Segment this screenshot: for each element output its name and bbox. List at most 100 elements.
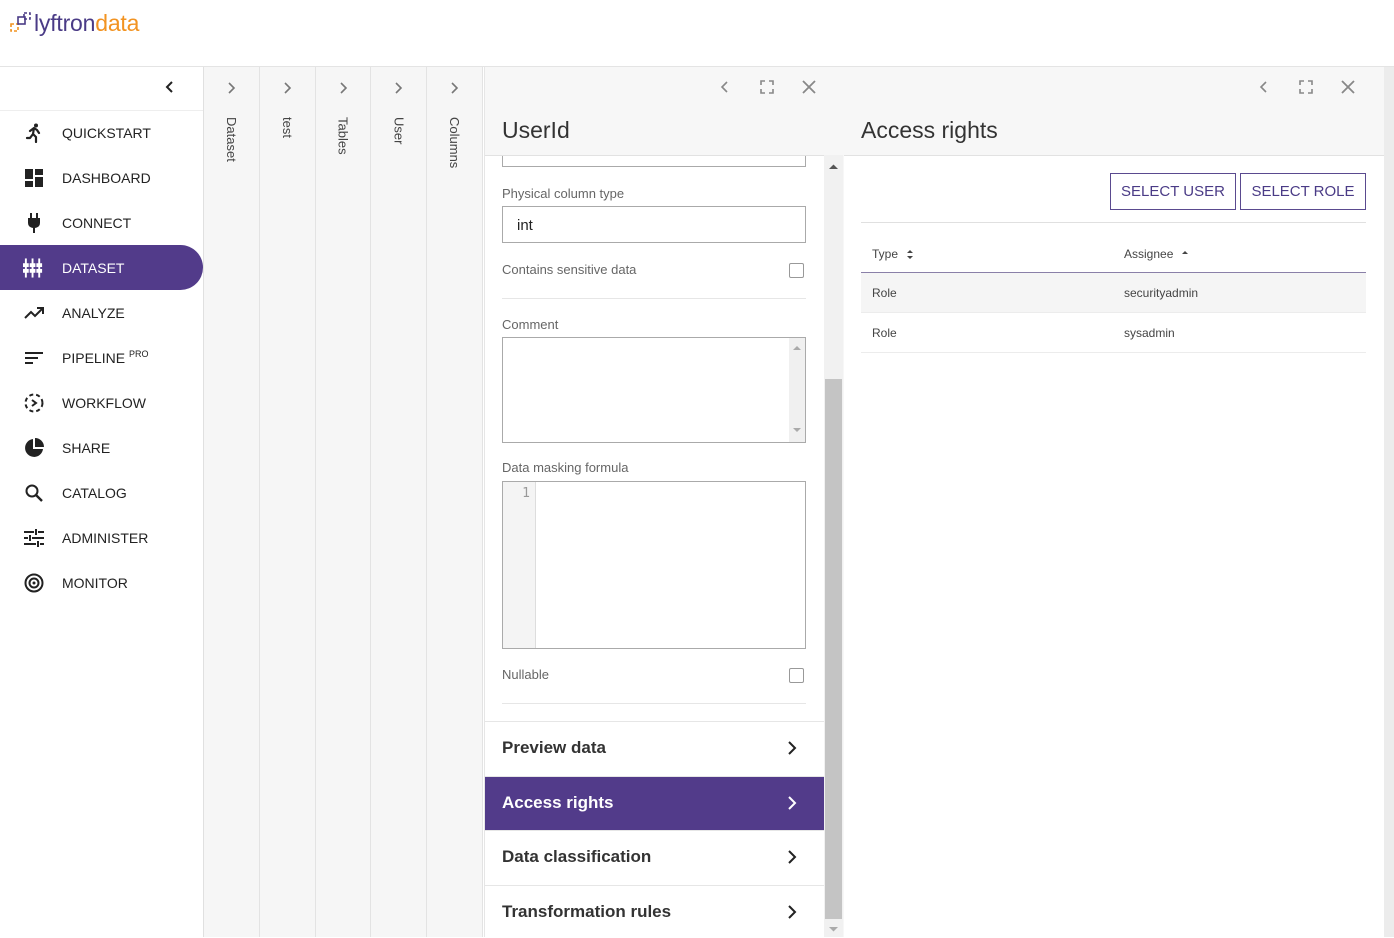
chevron-left-icon [1259,81,1267,93]
sidebar-nav: QUICKSTART DASHBOARD CONNECT DATASET ANA… [0,110,203,605]
column-header-assignee[interactable]: Assignee [1124,247,1189,261]
access-rights-panel: Access rights SELECT USER SELECT ROLE Ty… [844,67,1394,938]
sensitive-data-checkbox[interactable] [789,263,804,278]
breadcrumb-tables[interactable]: Tables [316,67,372,937]
sidebar-item-dataset[interactable]: DATASET [0,245,203,290]
scrollbar-thumb[interactable] [825,379,842,919]
section-label: Preview data [502,738,606,757]
line-number-gutter: 1 [503,482,536,648]
close-icon [802,80,816,94]
panel-toolbar [1254,77,1358,99]
column-form: Physical column type int Contains sensit… [485,155,824,938]
panel-scrollbar[interactable] [824,155,843,937]
nullable-label: Nullable [502,667,549,682]
chevron-right-icon [788,741,797,755]
chevron-right-icon [788,796,797,810]
sidebar-item-label: MONITOR [62,574,128,591]
sidebar-item-label: CONNECT [62,214,132,231]
breadcrumb-test[interactable]: test [260,67,316,937]
assignee-cell: sysadmin [1124,326,1175,340]
column-header-label: Type [872,247,899,261]
column-header-label: Assignee [1124,247,1174,261]
breadcrumb-user[interactable]: User [371,67,428,937]
breadcrumb-columns[interactable]: Columns [427,67,483,937]
workflow-icon [23,392,44,413]
section-transformation-rules[interactable]: Transformation rules [485,885,824,938]
breadcrumb-label: Dataset [224,117,239,162]
section-label: Data classification [502,847,652,866]
previous-field-input[interactable] [502,156,806,167]
sidebar-item-pipeline[interactable]: PIPELINE PRO [0,335,203,380]
column-header-type[interactable]: Type [872,247,914,261]
sliders-icon [23,527,44,548]
maximize-panel-button[interactable] [1296,77,1316,97]
sidebar-item-dashboard[interactable]: DASHBOARD [0,155,203,200]
scroll-down-icon [793,428,801,432]
comment-textarea[interactable] [502,337,806,443]
section-access-rights[interactable]: Access rights [485,776,824,831]
masking-formula-editor[interactable]: 1 [502,481,806,649]
section-data-classification[interactable]: Data classification [485,830,824,885]
chevron-right-icon [228,82,236,94]
sidebar-item-label: CATALOG [62,484,127,501]
sidebar-item-share[interactable]: SHARE [0,425,203,470]
collapse-sidebar-button[interactable] [160,77,180,97]
pipeline-icon [23,347,44,368]
sidebar-item-monitor[interactable]: MONITOR [0,560,203,605]
comment-label: Comment [502,317,559,332]
sidebar-item-label: PIPELINE PRO [62,348,149,366]
logo[interactable]: lyftrondata [10,8,139,38]
sidebar-item-connect[interactable]: CONNECT [0,200,203,245]
nullable-checkbox[interactable] [789,668,804,683]
chevron-left-icon [165,81,173,93]
dashboard-icon [23,167,44,188]
sidebar-item-label: ADMINISTER [62,529,149,546]
sidebar-item-analyze[interactable]: ANALYZE [0,290,203,335]
panel-scrollbar[interactable] [1384,67,1394,937]
collapse-panel-button[interactable] [1254,77,1274,97]
physical-type-label: Physical column type [502,186,625,201]
sidebar-item-catalog[interactable]: CATALOG [0,470,203,515]
sidebar-item-label: DATASET [62,259,125,276]
chevron-right-icon [451,82,459,94]
chevron-right-icon [788,850,797,864]
fullscreen-icon [760,80,774,94]
select-user-button[interactable]: SELECT USER [1110,173,1236,210]
assignee-cell: securityadmin [1124,286,1199,300]
sidebar-item-label: QUICKSTART [62,124,151,141]
sidebar-item-quickstart[interactable]: QUICKSTART [0,110,203,155]
sidebar-item-label: DASHBOARD [62,169,151,186]
breadcrumb-dataset[interactable]: Dataset [204,67,260,937]
type-cell: Role [872,286,897,300]
table-header: Type Assignee [861,236,1366,273]
physical-type-input[interactable]: int [502,206,806,243]
section-preview-data[interactable]: Preview data [485,721,824,776]
maximize-panel-button[interactable] [757,77,777,97]
running-person-icon [23,122,44,143]
top-bar: lyftrondata [0,0,1394,67]
breadcrumb-label: User [391,117,407,145]
scroll-up-icon [793,346,801,350]
pie-chart-icon [23,437,44,458]
sidebar-item-administer[interactable]: ADMINISTER [0,515,203,560]
pro-badge: PRO [129,348,149,359]
chevron-right-icon [788,905,797,919]
select-role-button[interactable]: SELECT ROLE [1240,173,1366,210]
section-label: Transformation rules [502,902,672,921]
breadcrumb-label: Columns [447,117,463,169]
section-label: Access rights [502,793,614,812]
breadcrumb: Dataset test Tables User Columns [204,67,483,937]
chevron-right-icon [395,82,403,94]
sidebar-item-workflow[interactable]: WORKFLOW [0,380,203,425]
fullscreen-icon [1299,80,1313,94]
close-panel-button[interactable] [1338,77,1358,97]
dataset-icon [23,257,44,278]
scroll-down-icon [829,927,838,932]
close-panel-button[interactable] [799,77,819,97]
collapse-panel-button[interactable] [715,77,735,97]
textarea-scrollbar[interactable] [789,338,805,442]
table-row[interactable]: Role securityadmin [861,273,1366,313]
panel-title: Access rights [861,117,998,143]
table-row[interactable]: Role sysadmin [861,313,1366,353]
line-number: 1 [522,486,530,501]
